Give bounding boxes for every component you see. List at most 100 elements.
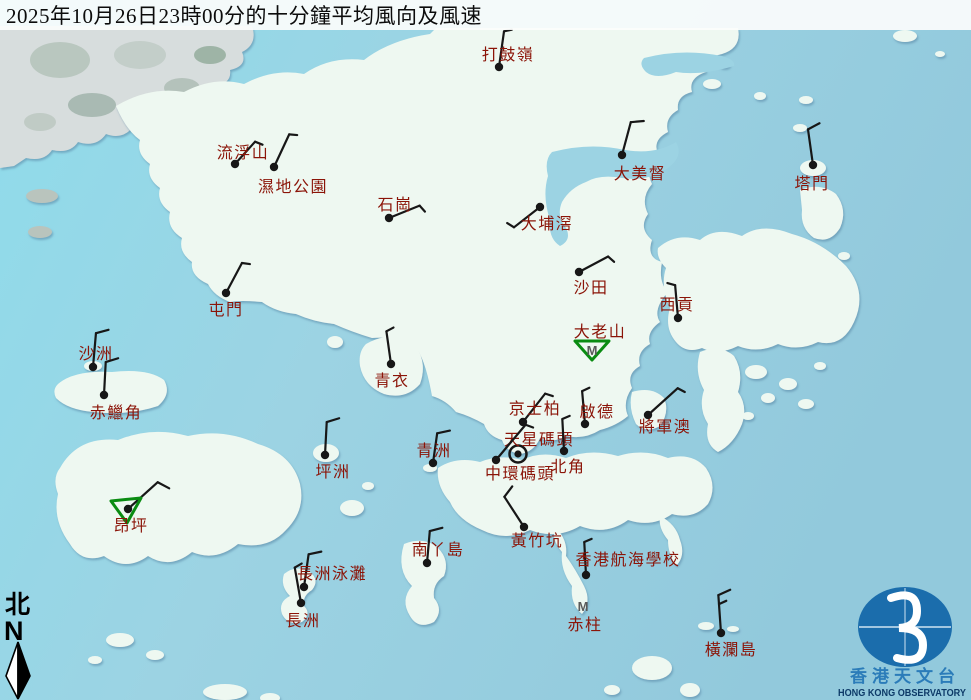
station-label: 西貢 — [659, 297, 694, 314]
islet — [754, 92, 766, 100]
islet-kat-o — [703, 79, 721, 89]
islet-port-shelter — [798, 399, 814, 409]
station-label: 將軍澳 — [639, 418, 692, 436]
islet-port-shelter — [761, 393, 775, 403]
station-label: 啟德 — [579, 403, 614, 421]
compass-letter-n: N — [4, 616, 24, 646]
station-dot — [582, 571, 590, 579]
station-label: 長洲 — [285, 612, 320, 630]
station-dot — [124, 505, 132, 513]
station-label: 流浮山 — [217, 144, 270, 162]
station-dot — [536, 203, 544, 211]
station-dot — [520, 523, 528, 531]
hko-logo-name-en: HONG KONG OBSERVATORY — [838, 688, 966, 699]
wind-barb-full — [631, 121, 644, 122]
station-dot — [387, 360, 395, 368]
station-label: 屯門 — [208, 301, 243, 319]
station-dot — [300, 583, 308, 591]
station-label: 青衣 — [374, 372, 409, 390]
station-label: 濕地公園 — [258, 178, 328, 196]
station-label: 打鼓嶺 — [482, 46, 535, 64]
islet — [203, 684, 247, 700]
shenzhen-texture — [194, 46, 226, 64]
station-dot — [492, 456, 500, 464]
islet-port-shelter — [742, 412, 754, 420]
islet — [893, 30, 917, 42]
missing-data-marker: M — [578, 599, 589, 614]
station-dot — [717, 629, 725, 637]
islet — [793, 124, 807, 132]
station-dot — [644, 411, 652, 419]
deep-bay-islet — [26, 189, 58, 203]
station-label: 長洲泳灘 — [297, 565, 367, 583]
station-label: 黃竹坑 — [511, 532, 564, 550]
station-label: 北角 — [550, 458, 585, 476]
station-dot — [618, 151, 626, 159]
islet — [693, 40, 707, 48]
station-label: 赤柱 — [567, 616, 602, 634]
station-label: 石崗 — [377, 196, 412, 214]
wind-map: 打鼓嶺流浮山濕地公園石崗大埔滘大美督塔門屯門沙洲赤鱲角青衣沙田西貢M大老山京士柏… — [0, 0, 971, 700]
station-label: 坪洲 — [315, 463, 350, 481]
hko-logo-name-zh: 香港天文台 — [850, 666, 960, 686]
station-dot — [222, 289, 230, 297]
islet-port-shelter — [814, 362, 826, 370]
station-dot — [270, 163, 278, 171]
island-po-toi — [632, 656, 672, 680]
station-label: 香港航海學校 — [575, 551, 680, 569]
station-dot — [809, 161, 817, 169]
islet — [642, 39, 662, 49]
map-title: 2025年10月26日23時00分的十分鐘平均風向及風速 — [6, 4, 482, 28]
islet-ma-wan — [327, 336, 343, 348]
missing-data-marker: M — [587, 343, 598, 358]
station-dot — [89, 363, 97, 371]
station-dot — [674, 314, 682, 322]
station-label: 大老山 — [574, 323, 627, 341]
islet — [775, 235, 789, 245]
islet — [362, 482, 374, 490]
islet-port-shelter — [745, 365, 767, 379]
islet-waglan — [698, 622, 714, 630]
station-dot — [560, 447, 568, 455]
compass-hanzi: 北 — [5, 591, 30, 619]
station-label: 赤鱲角 — [90, 404, 143, 422]
station-label: 中環碼頭 — [485, 465, 555, 483]
station-dot — [575, 268, 583, 276]
shenzhen-texture — [68, 93, 116, 117]
station-dot — [297, 599, 305, 607]
wind-map-page: 打鼓嶺流浮山濕地公園石崗大埔滘大美督塔門屯門沙洲赤鱲角青衣沙田西貢M大老山京士柏… — [0, 0, 971, 700]
station-dot — [385, 214, 393, 222]
station-label: 南丫島 — [412, 541, 465, 559]
station-label: 沙田 — [573, 280, 608, 297]
islet-port-shelter — [779, 378, 797, 390]
islet — [146, 650, 164, 660]
station-label: 昂坪 — [113, 517, 148, 535]
shenzhen-texture — [30, 42, 90, 78]
islet-waglan — [727, 626, 739, 632]
station-dot — [581, 420, 589, 428]
station-label: 塔門 — [794, 175, 829, 193]
station-label: 青洲 — [416, 442, 451, 460]
station-dot — [495, 63, 503, 71]
shenzhen-texture — [114, 41, 166, 69]
wind-barb-half — [242, 263, 250, 264]
station-label: 京士柏 — [509, 400, 562, 418]
islet — [680, 683, 700, 697]
station-label: 大埔滘 — [521, 215, 574, 233]
calm-wind-dot — [514, 450, 521, 457]
station-dot — [100, 391, 108, 399]
station-label: 大美督 — [614, 165, 667, 183]
station-dot — [321, 451, 329, 459]
station-label: 橫瀾島 — [705, 641, 758, 659]
station-dot — [423, 559, 431, 567]
islet — [838, 252, 850, 260]
deep-bay-islet — [28, 226, 52, 238]
title-band: 2025年10月26日23時00分的十分鐘平均風向及風速 — [0, 0, 971, 30]
island-soko — [106, 633, 134, 647]
shenzhen-texture — [24, 113, 56, 131]
islet — [935, 51, 945, 57]
station-dot — [429, 459, 437, 467]
island-hei-ling-chau — [340, 500, 364, 516]
islet — [88, 656, 102, 664]
wind-barb-half — [289, 134, 297, 135]
